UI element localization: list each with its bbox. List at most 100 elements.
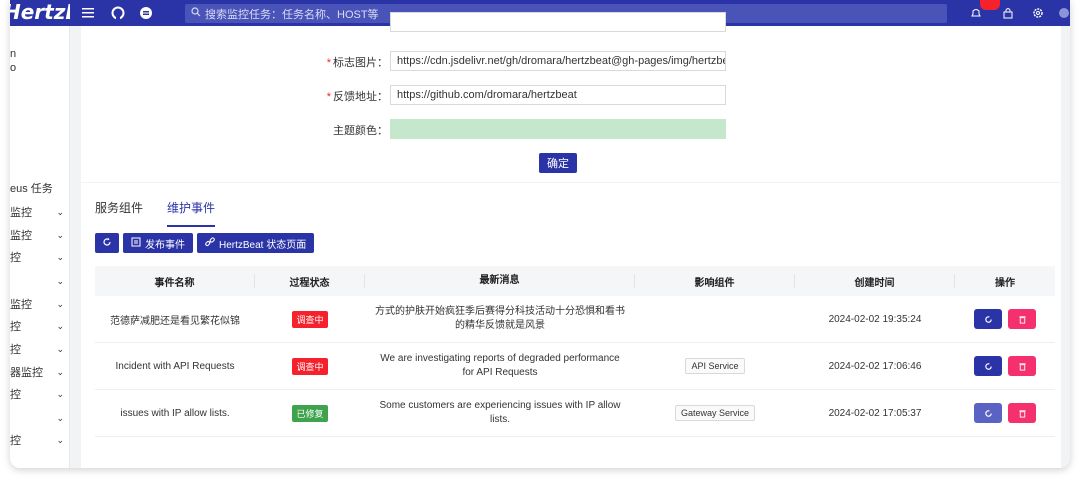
logo-label: * 标志图片： (326, 57, 388, 69)
gitee-icon[interactable] (138, 5, 154, 21)
sidebar-item-4[interactable]: 监控 ⌄ (10, 225, 70, 245)
table-row: 范德萨减肥还是看见繁花似锦 调查中 方式的护肤开始疯狂季后赛得分科技活动十分恐惧… (95, 296, 1055, 343)
update-incident-button[interactable] (974, 403, 1002, 423)
status-settings-form: * 标志图片： https://cdn.jsdelivr.net/gh/droma… (81, 12, 1061, 182)
sidebar-item-label: 监控 (10, 207, 32, 219)
publish-incident-button[interactable]: 发布事件 (123, 233, 193, 253)
incident-name: 范德萨减肥还是看见繁花似锦 (110, 315, 240, 327)
feedback-label: * 反馈地址： (326, 91, 388, 103)
confirm-button[interactable]: 确定 (539, 153, 577, 173)
delete-incident-button[interactable] (1008, 309, 1036, 329)
incident-message: Some customers are experiencing issues w… (379, 400, 621, 425)
delete-incident-button[interactable] (1008, 356, 1036, 376)
sidebar-item-label: 控 (10, 344, 21, 356)
sidebar-item-label: 控 (10, 435, 21, 447)
incidents-table: 事件名称 过程状态 最新消息 影响组件 创建时间 操作 范德萨减肥还是看见繁花似… (95, 266, 1055, 437)
delete-incident-button[interactable] (1008, 403, 1036, 423)
form-row-theme-color: 主题颜色： (81, 119, 1061, 139)
update-incident-button[interactable] (974, 309, 1002, 329)
theme-color-label: 主题颜色： (333, 125, 388, 137)
chevron-down-icon: ⌄ (56, 229, 64, 240)
state-badge: 调查中 (292, 357, 328, 375)
sidebar-item-9[interactable]: 控 ⌄ (10, 339, 70, 359)
sidebar-item-6[interactable]: ⌄ (10, 271, 70, 291)
sidebar-item-7[interactable]: 监控 ⌄ (10, 294, 70, 314)
chevron-down-icon: ⌄ (56, 366, 64, 377)
publish-icon (131, 237, 141, 250)
chevron-down-icon: ⌄ (56, 275, 64, 286)
sidebar-item-label: 控 (10, 389, 21, 401)
sidebar-item-3[interactable]: 监控 ⌄ (10, 202, 70, 222)
table-row: Incident with API Requests 调查中 We are in… (95, 343, 1055, 390)
status-page-label: HertzBeat 状态页面 (219, 239, 307, 251)
col-header-state: 过程状态 (255, 274, 365, 289)
menu-toggle-icon[interactable] (80, 5, 96, 21)
sidebar-item-label: 控 (10, 252, 21, 264)
trash-icon (1018, 362, 1026, 371)
table-header: 事件名称 过程状态 最新消息 影响组件 创建时间 操作 (95, 266, 1055, 296)
avatar[interactable] (1056, 5, 1070, 21)
main-content: * 标志图片： https://cdn.jsdelivr.net/gh/droma… (71, 12, 1070, 468)
sidebar-item-1[interactable]: o (10, 58, 70, 78)
search-icon (191, 7, 201, 20)
sidebar-item-label: o (10, 62, 17, 74)
status-panel: 服务组件 维护事件 发布事件 HertzBeat 状态页面 事件名称 过程状态 … (81, 183, 1061, 468)
created-time: 2024-02-02 17:06:46 (828, 360, 922, 372)
created-time: 2024-02-02 17:05:37 (828, 407, 922, 419)
table-row: issues with IP allow lists. 已修复 Some cus… (95, 390, 1055, 437)
status-page-button[interactable]: HertzBeat 状态页面 (197, 233, 315, 253)
lock-icon[interactable] (1000, 5, 1016, 21)
sidebar-item-11[interactable]: 控 ⌄ (10, 384, 70, 404)
sidebar-item-12[interactable]: ⌄ (10, 408, 70, 428)
sidebar-item-label: 器监控 (10, 367, 43, 379)
github-icon[interactable] (110, 5, 126, 21)
affected-component: Gateway Service (674, 405, 756, 421)
col-header-name: 事件名称 (95, 274, 255, 289)
refresh-icon (984, 409, 992, 417)
chevron-down-icon: ⌄ (56, 251, 64, 262)
action-bar: 发布事件 HertzBeat 状态页面 (95, 233, 315, 253)
feedback-url-field[interactable]: https://github.com/dromara/hertzbeat (390, 85, 726, 105)
gear-icon[interactable] (1030, 5, 1046, 21)
refresh-icon (984, 362, 992, 370)
sidebar-item-13[interactable]: 控 ⌄ (10, 430, 70, 450)
trash-icon (1018, 409, 1026, 418)
sidebar-item-10[interactable]: 器监控 ⌄ (10, 362, 70, 382)
chevron-down-icon: ⌄ (56, 412, 64, 423)
col-header-actions: 操作 (995, 277, 1015, 289)
chevron-down-icon: ⌄ (56, 298, 64, 309)
theme-color-picker[interactable] (390, 119, 726, 139)
sidebar-item-label: 监控 (10, 230, 32, 242)
app-window: HertzBeat 搜索监控任务：任务名称、HOST等 (10, 0, 1070, 468)
sidebar-item-8[interactable]: 控 ⌄ (10, 316, 70, 336)
state-badge: 调查中 (292, 310, 328, 328)
refresh-button[interactable] (95, 233, 119, 253)
incident-message: We are investigating reports of degraded… (380, 353, 620, 378)
col-header-created: 创建时间 (795, 274, 955, 289)
link-icon (205, 236, 215, 250)
brand-logo[interactable]: HertzBeat (10, 0, 70, 26)
col-header-message: 最新消息 (365, 274, 635, 288)
affected-component: API Service (685, 358, 745, 374)
refresh-icon (102, 237, 112, 250)
chevron-down-icon: ⌄ (56, 388, 64, 399)
status-tabs: 服务组件 维护事件 (95, 199, 216, 227)
incident-name: Incident with API Requests (115, 360, 235, 372)
tab-components[interactable]: 服务组件 (95, 199, 143, 223)
chevron-down-icon: ⌄ (56, 320, 64, 331)
logo-url-field[interactable]: https://cdn.jsdelivr.net/gh/dromara/hert… (390, 51, 726, 71)
sidebar: n o eus 任务 监控 ⌄ 监控 ⌄ 控 ⌄ ⌄ 监控 ⌄ 控 ⌄ 控 ⌄ 器监控 ⌄ 控… (10, 26, 70, 468)
created-time: 2024-02-02 19:35:24 (828, 313, 922, 325)
home-url-field-partial[interactable] (390, 12, 726, 32)
sidebar-item-label: 控 (10, 321, 21, 333)
sidebar-item-2[interactable]: eus 任务 (10, 178, 70, 198)
sidebar-item-5[interactable]: 控 ⌄ (10, 247, 70, 267)
publish-label: 发布事件 (145, 239, 185, 251)
update-incident-button[interactable] (974, 356, 1002, 376)
state-badge: 已修复 (292, 404, 328, 422)
tab-incidents[interactable]: 维护事件 (167, 199, 216, 227)
refresh-icon (984, 315, 992, 323)
chevron-down-icon: ⌄ (56, 343, 64, 354)
bell-icon[interactable] (968, 5, 984, 21)
chevron-down-icon: ⌄ (56, 206, 64, 217)
